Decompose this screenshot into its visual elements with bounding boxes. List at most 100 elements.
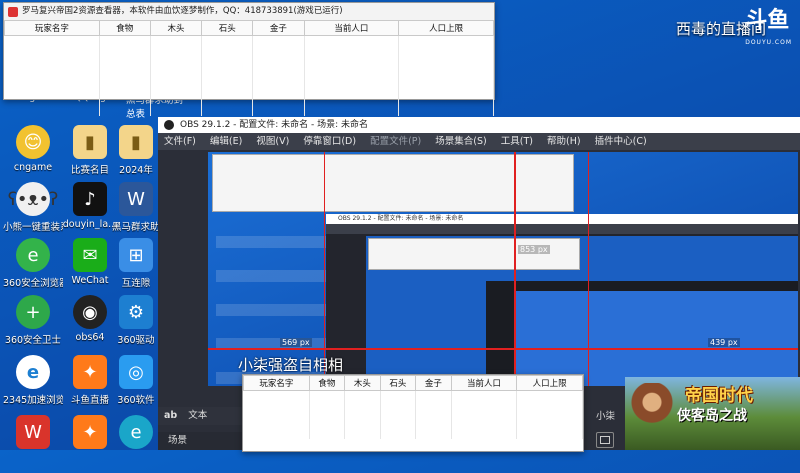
resource-table[interactable]: 玩家名字 食物 木头 石头 金子 当前人口 人口上限: [4, 20, 494, 116]
menu-file[interactable]: 文件(F): [164, 136, 196, 147]
driver-icon: ⚙: [119, 295, 153, 329]
desktop-icon-cngame[interactable]: 😊 cngame: [3, 125, 63, 183]
desktop-icon-wps[interactable]: W: [3, 415, 63, 473]
table-row[interactable]: [4, 52, 494, 68]
nested-mini-table: [368, 238, 580, 270]
menu-profile[interactable]: 配置文件(P): [370, 136, 421, 147]
desktop-icon-2345[interactable]: e 2345加速浏览器: [3, 355, 63, 413]
obs-titlebar[interactable]: OBS 29.1.2 - 配置文件: 未命名 - 场景: 未命名: [158, 117, 800, 133]
douyu-icon: ✦: [73, 355, 107, 389]
desktop-icon-label: 360安全浏览器: [3, 278, 63, 289]
obs-menubar: 文件(F) 编辑(E) 视图(V) 停靠窗口(D) 配置文件(P) 场景集合(S…: [158, 133, 800, 150]
bear-icon: ʕ•ᴥ•ʔ: [8, 182, 58, 216]
desktop-icon-360safe[interactable]: + 360安全卫士: [3, 295, 63, 353]
menu-docks[interactable]: 停靠窗口(D): [303, 136, 356, 147]
table-row[interactable]: [4, 100, 494, 116]
obs-logo-icon: [164, 120, 174, 130]
desktop-icon-app[interactable]: ⊞ 互连隙: [112, 238, 160, 296]
resource-viewer-titlebar[interactable]: 罗马复兴帝国2资源查看器，本软件由血饮逐梦制作，QQ：418733891(游戏已…: [4, 3, 494, 20]
text-source-icon: ab: [164, 410, 178, 421]
deep-nested-obs: [486, 281, 798, 386]
desktop-icon-label: douyin_la...: [62, 219, 118, 230]
column-header[interactable]: 当前人口: [303, 20, 400, 36]
desktop-icon-label: 黑马群求助到: [112, 222, 160, 233]
desktop-icon-douyu[interactable]: ✦ 斗鱼直播: [60, 355, 120, 413]
sources-label: 文本: [188, 410, 208, 421]
table-row[interactable]: [4, 35, 494, 52]
menu-plugins[interactable]: 插件中心(C): [595, 136, 647, 147]
table-row[interactable]: [243, 390, 583, 407]
desktop-icon-folder-1[interactable]: ▮ 比赛名目: [60, 125, 120, 183]
desktop-icon-douyin[interactable]: ♪ douyin_la...: [60, 182, 120, 240]
menu-scene-collection[interactable]: 场景集合(S): [435, 136, 486, 147]
browser360-icon: e: [16, 238, 50, 272]
menu-help[interactable]: 帮助(H): [547, 136, 581, 147]
selection-line: [324, 152, 325, 386]
desktop-icon-label: 360安全卫士: [4, 335, 62, 346]
desktop-icon-label: 2024年: [119, 165, 153, 176]
nested-obs-title: OBS 29.1.2 - 配置文件: 未命名 - 场景: 未命名: [326, 214, 798, 224]
desktop-icon-extra[interactable]: ✦: [60, 415, 120, 473]
column-header[interactable]: 石头: [201, 20, 254, 36]
resource-viewer-window[interactable]: 罗马复兴帝国2资源查看器，本软件由血饮逐梦制作，QQ：418733891(游戏已…: [3, 2, 495, 116]
obs-dock-button[interactable]: [596, 432, 614, 448]
menu-tools[interactable]: 工具(T): [501, 136, 533, 147]
desktop-icon-folder-2[interactable]: ▮ 2024年: [112, 125, 160, 183]
desktop-icon-label: 小熊一键重装系统: [3, 222, 63, 233]
obs-icon: ◉: [73, 295, 107, 329]
desktop-icon-label: WeChat: [71, 275, 109, 286]
game-ad-subtitle: 侠客岛之战: [677, 408, 747, 424]
folder-icon: ▮: [73, 125, 107, 159]
desktop-icon-label: 360驱动: [117, 335, 155, 346]
table-header-row: 玩家名字 食物 木头 石头 金子 当前人口 人口上限: [243, 375, 583, 391]
window-icon: [600, 436, 610, 444]
column-header[interactable]: 人口上限: [398, 20, 494, 36]
desktop-icon-360driver[interactable]: ⚙ 360驱动: [112, 295, 160, 353]
text-source-overlay[interactable]: 小柒强盗自相相: [238, 354, 343, 375]
table-row[interactable]: [243, 423, 583, 439]
menu-edit[interactable]: 编辑(E): [210, 136, 242, 147]
column-header[interactable]: 食物: [98, 20, 151, 36]
browser2345-icon: e: [16, 355, 50, 389]
game-ad-banner[interactable]: 帝国时代 侠客岛之战: [625, 377, 800, 450]
column-header[interactable]: 食物: [308, 375, 346, 391]
resource-table-2[interactable]: 玩家名字 食物 木头 石头 金子 当前人口 人口上限: [243, 375, 583, 439]
column-header[interactable]: 当前人口: [450, 375, 518, 391]
desktop-icon-label: 2345加速浏览器: [3, 395, 63, 406]
px-measure-tag: 439 px: [708, 338, 740, 347]
selection-line: [588, 152, 589, 386]
column-header[interactable]: 木头: [149, 20, 203, 36]
table-row[interactable]: [4, 68, 494, 84]
desktop-icon-wechat[interactable]: ✉ WeChat: [60, 238, 120, 296]
resource-viewer-window-2[interactable]: 玩家名字 食物 木头 石头 金子 当前人口 人口上限: [242, 374, 584, 452]
table-row[interactable]: [4, 84, 494, 100]
desktop-icon-edge[interactable]: e: [112, 415, 160, 473]
column-header[interactable]: 玩家名字: [4, 20, 100, 36]
column-header[interactable]: 人口上限: [516, 375, 583, 391]
desktop-icon-360browser[interactable]: e 360安全浏览器: [3, 238, 63, 296]
scenes-label: 场景: [168, 435, 188, 446]
desktop-icon-bear[interactable]: ʕ•ᴥ•ʔ 小熊一键重装系统: [3, 182, 63, 240]
app-icon: ⊞: [119, 238, 153, 272]
desktop-icon-word[interactable]: W 黑马群求助到: [112, 182, 160, 240]
column-header[interactable]: 金子: [415, 375, 452, 391]
shield360-icon: +: [16, 295, 50, 329]
desktop-icon-label: obs64: [75, 332, 105, 343]
cngame-icon: 😊: [16, 125, 50, 159]
obs-sources-dock[interactable]: ab 文本: [158, 407, 254, 425]
folder-icon: ▮: [119, 125, 153, 159]
column-header[interactable]: 金子: [252, 20, 305, 36]
table-row[interactable]: [243, 407, 583, 423]
wechat-icon: ✉: [73, 238, 107, 272]
column-header[interactable]: 玩家名字: [243, 375, 310, 391]
word-icon: W: [119, 182, 153, 216]
column-header[interactable]: 木头: [344, 375, 381, 391]
desktop-icon-obs[interactable]: ◉ obs64: [60, 295, 120, 353]
menu-view[interactable]: 视图(V): [256, 136, 289, 147]
nested-preview: [366, 236, 798, 386]
tiktok-icon: ♪: [73, 182, 107, 216]
desktop-icon-360software[interactable]: ◎ 360软件: [112, 355, 160, 413]
column-header[interactable]: 石头: [379, 375, 417, 391]
obs-preview-canvas[interactable]: OBS 29.1.2 - 配置文件: 未命名 - 场景: 未命名 853 px …: [208, 152, 798, 386]
game-ad-title: 帝国时代: [685, 386, 753, 406]
